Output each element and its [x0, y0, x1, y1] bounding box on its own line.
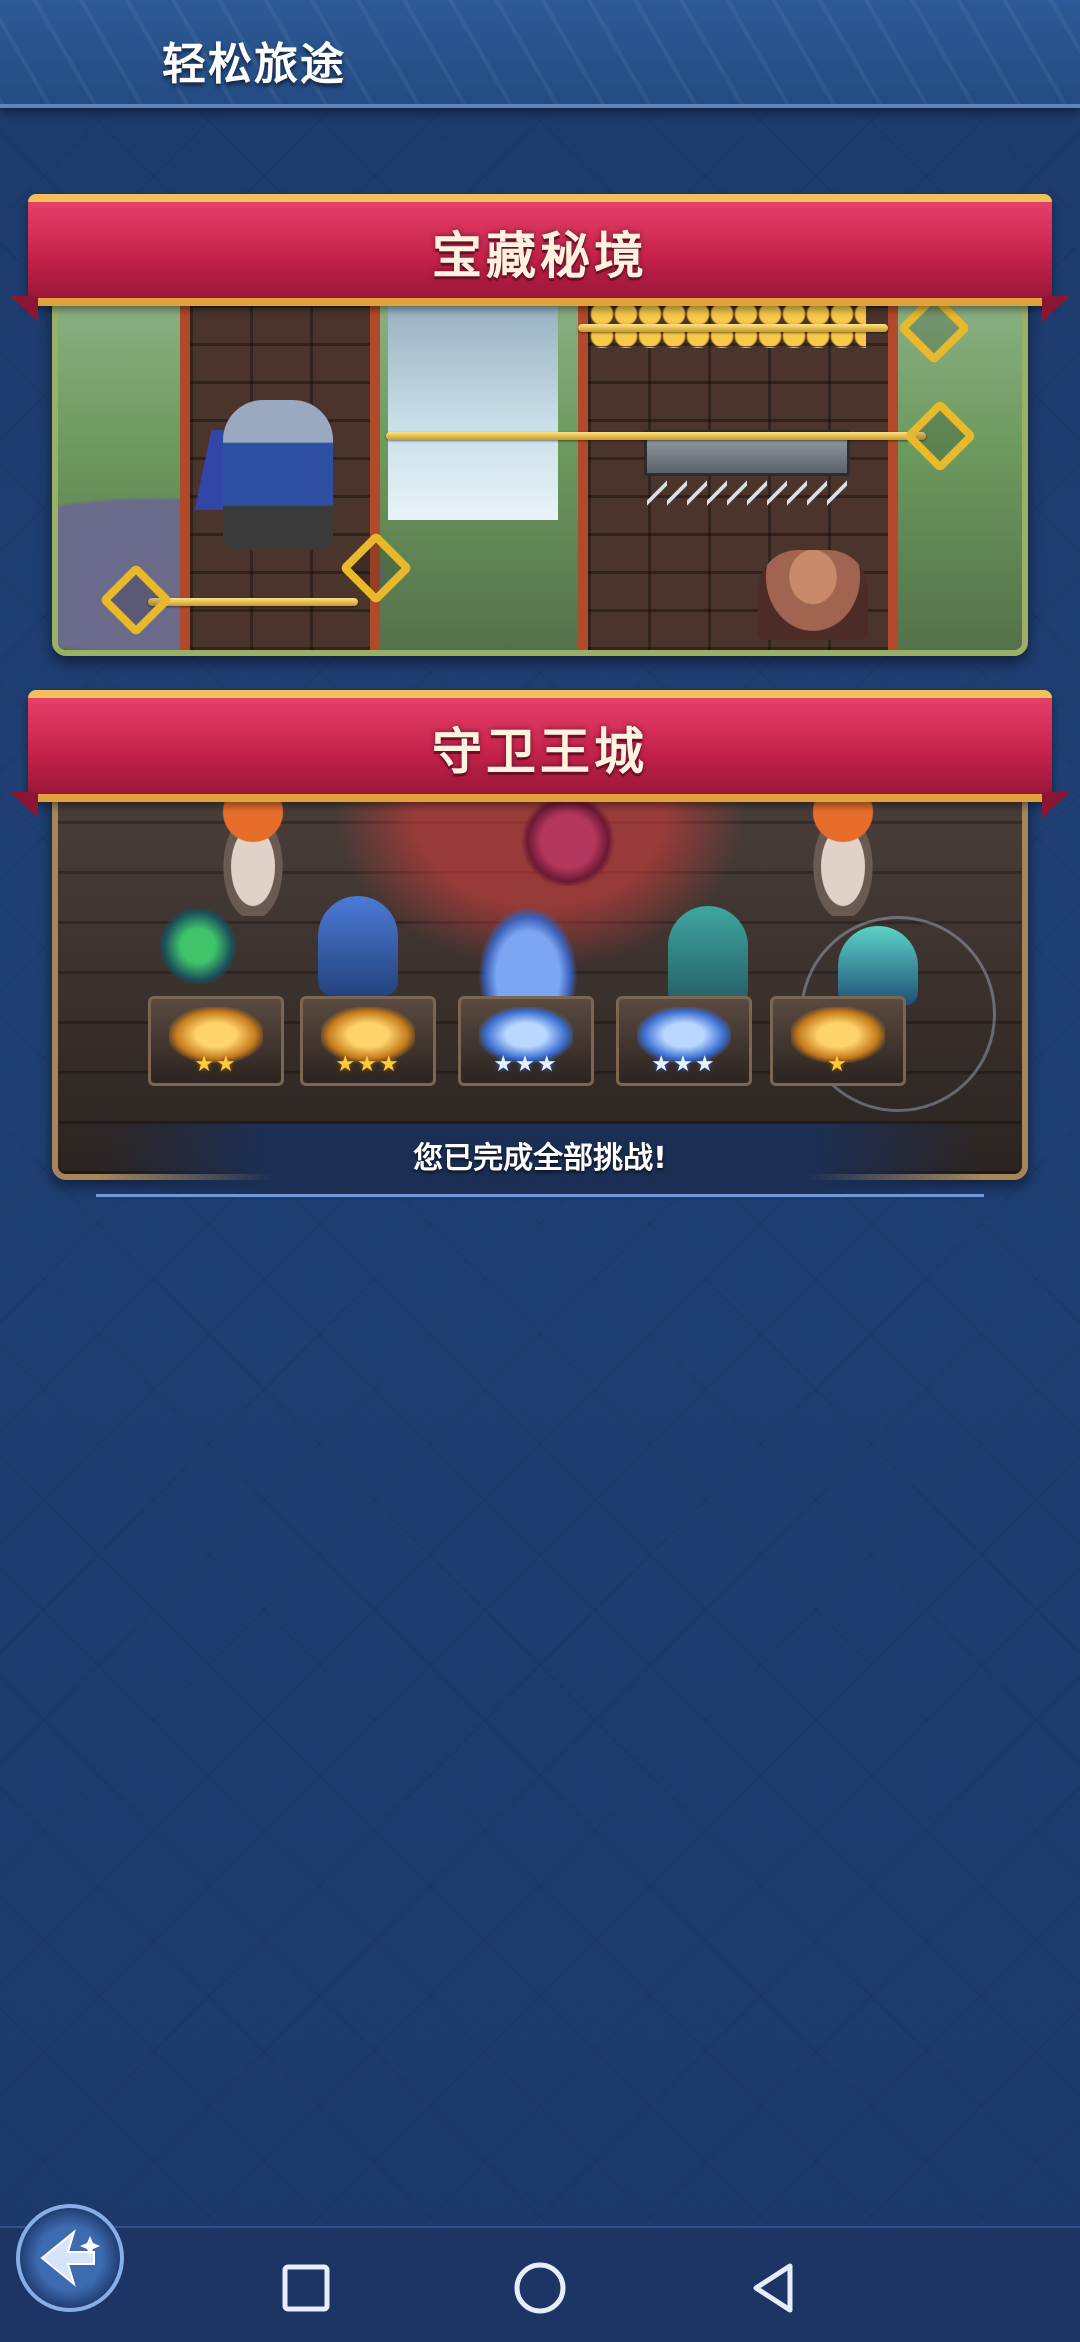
star-rating: ★★★ — [493, 1052, 559, 1077]
hero-unit-1 — [158, 906, 238, 986]
back-arrow-sparkle-icon[interactable] — [16, 2204, 124, 2312]
pull-pin-1 — [148, 598, 358, 606]
hero-slot-4: ★★★ — [616, 996, 752, 1086]
defend-city-banner: 守卫王城 — [28, 690, 1052, 802]
banner-title: 宝藏秘境 — [432, 227, 648, 285]
battle-illustration: ★★ ★★★ ★★★ ★★★ ★ — [58, 776, 1022, 1174]
hero-slot-1: ★★ — [148, 996, 284, 1086]
pull-pin-3 — [578, 324, 888, 332]
ogre-enemy — [758, 550, 868, 640]
hero-unit-2 — [318, 896, 398, 996]
star-rating: ★★★ — [651, 1052, 717, 1077]
hero-slot-5: ★ — [770, 996, 906, 1086]
puzzle-illustration — [58, 280, 1022, 650]
completion-message: 您已完成全部挑战! — [413, 1141, 667, 1176]
defend-city-card[interactable]: ★★ ★★★ ★★★ ★★★ ★ 守卫王城 — [28, 690, 1052, 1180]
hero-unit-5 — [838, 926, 918, 1006]
treasure-realm-banner: 宝藏秘境 — [28, 194, 1052, 306]
page-title: 轻松旅途 — [162, 39, 346, 90]
skull-totem-right — [798, 786, 888, 916]
star-rating: ★★★ — [335, 1052, 401, 1077]
treasure-realm-card[interactable]: 宝藏秘境 — [28, 194, 1052, 656]
flying-boss — [518, 796, 618, 886]
treasure-realm-scene[interactable] — [52, 274, 1028, 656]
circle-home-icon[interactable] — [510, 2258, 570, 2318]
defend-city-scene[interactable]: ★★ ★★★ ★★★ ★★★ ★ — [52, 770, 1028, 1180]
banner-title: 守卫王城 — [432, 723, 648, 781]
system-navigation-bar — [0, 2226, 1080, 2342]
hero-slot-3: ★★★ — [458, 996, 594, 1086]
triangle-back-icon[interactable] — [744, 2258, 804, 2318]
hero-slot-2: ★★★ — [300, 996, 436, 1086]
hero-unit-4 — [668, 906, 748, 1006]
star-rating: ★ — [827, 1052, 849, 1077]
square-recents-icon[interactable] — [276, 2258, 336, 2318]
hero-unit-3 — [478, 906, 578, 1006]
star-rating: ★★ — [194, 1052, 238, 1077]
knight-hero — [223, 400, 333, 550]
waterfall-backdrop — [388, 280, 558, 520]
pull-pin-2 — [386, 432, 926, 440]
top-header: 轻松旅途 — [0, 0, 1080, 108]
skull-totem-left — [208, 786, 298, 916]
